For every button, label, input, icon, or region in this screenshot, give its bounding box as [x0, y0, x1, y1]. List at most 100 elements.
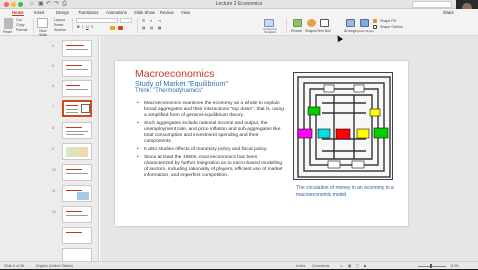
smartart-icon[interactable]: [264, 19, 274, 27]
diagram-flows: [333, 95, 355, 159]
paste-icon[interactable]: [4, 18, 13, 29]
font-color-icon[interactable]: [118, 26, 123, 30]
numbering-icon[interactable]: ≡: [150, 19, 152, 23]
slide-subtitle[interactable]: Study of Market "Equilibrium": [135, 80, 228, 88]
slide-number: 11: [52, 189, 56, 193]
slide-number: 4: [52, 44, 54, 48]
window-title: Lecture 2 Economics: [215, 1, 263, 7]
diagram-flows: [322, 102, 366, 152]
slide-think-line[interactable]: Think: "Thermodynamics": [135, 88, 203, 95]
slide-thumbnail[interactable]: [62, 227, 92, 244]
shape-outline-label: Shape Outline: [380, 25, 403, 29]
text-box-label: Text Box: [317, 29, 331, 33]
slide-thumbnail[interactable]: [62, 185, 92, 202]
section-button[interactable]: Section: [54, 28, 66, 32]
title-bar: ⌂ ▣ ↶ ↷ ⎙ Lecture 2 Economics: [0, 0, 478, 9]
tab-view[interactable]: View: [181, 9, 190, 16]
ribbon-tabs: Home Insert Design Transitions Animation…: [0, 9, 478, 16]
slide-thumbnail-selected[interactable]: [62, 100, 92, 117]
format-painter-button[interactable]: Format: [16, 28, 27, 32]
powerpoint-window: ⌂ ▣ ↶ ↷ ⎙ Lecture 2 Economics Home Inser…: [0, 0, 478, 269]
shape-fill-icon[interactable]: [373, 19, 377, 23]
diagram-caption: The circulation of money in an economy i…: [296, 185, 394, 198]
bold-icon[interactable]: B: [77, 25, 80, 29]
tab-home[interactable]: Home: [12, 9, 24, 16]
new-slide-icon[interactable]: [37, 18, 48, 28]
picture-label: Picture: [291, 29, 303, 33]
tab-insert[interactable]: Insert: [34, 9, 44, 16]
diagram-loop: [309, 88, 379, 166]
bullet-item: Since at least the 1960s, macroeconomics…: [137, 155, 285, 179]
thumbnail-image: [77, 192, 89, 200]
align-left-icon[interactable]: ▤: [142, 26, 145, 30]
diagram-loop: [315, 94, 373, 160]
diagram-node-white: [353, 84, 365, 93]
picture-icon[interactable]: [293, 19, 302, 27]
slide-editor: Macroeconomics Study of Market "Equilibr…: [100, 36, 478, 261]
text-box-icon[interactable]: [320, 19, 329, 27]
slide-number: 8: [52, 126, 54, 130]
diagram-outer-loop: [297, 76, 391, 178]
slide-thumbnail[interactable]: [62, 122, 92, 139]
tab-slide-show[interactable]: Slide Show: [134, 9, 155, 16]
indent-icon[interactable]: ⇥: [158, 19, 161, 23]
underline-icon[interactable]: U: [86, 25, 89, 29]
align-right-icon[interactable]: ▦: [158, 26, 161, 30]
search-input[interactable]: [412, 1, 452, 8]
ribbon-toolbar: Paste Cut Copy Format New Slide Layout R…: [0, 16, 478, 37]
quick-styles-label: Quick Styles: [357, 29, 374, 33]
diagram-node-green: [307, 106, 321, 116]
copy-button[interactable]: Copy: [16, 23, 24, 27]
bullet-list[interactable]: Macroeconomics examines the economy as a…: [137, 101, 285, 181]
tab-review[interactable]: Review: [160, 9, 174, 16]
slide-thumbnail[interactable]: [62, 164, 92, 181]
ribbon-divider: [137, 18, 138, 33]
slide-thumbnail[interactable]: [62, 40, 92, 57]
shape-fill-label: Shape Fill: [380, 19, 396, 23]
share-button[interactable]: Share: [443, 9, 454, 16]
convert-smartart-label: Convert to SmartArt: [263, 27, 277, 35]
tab-transitions[interactable]: Transitions: [78, 9, 98, 16]
tab-animations[interactable]: Animations: [106, 9, 127, 16]
layout-button[interactable]: Layout: [54, 18, 65, 22]
slide-canvas[interactable]: Macroeconomics Study of Market "Equilibr…: [115, 61, 408, 226]
bullets-icon[interactable]: ☰: [142, 19, 145, 23]
slides-panel: 4 5 6 7 8 9 10 11 12: [0, 36, 99, 261]
quick-styles-icon[interactable]: [360, 19, 369, 27]
diagram-node-magenta: [297, 128, 313, 139]
reset-button[interactable]: Reset: [54, 23, 63, 27]
cut-button[interactable]: Cut: [16, 18, 22, 22]
zoom-slider-handle[interactable]: [430, 264, 432, 268]
shape-outline-icon[interactable]: [373, 25, 377, 29]
highlight-color-icon[interactable]: [110, 26, 115, 30]
diagram-node-white: [351, 160, 365, 169]
strikethrough-icon[interactable]: S: [91, 25, 93, 29]
slide-thumbnail[interactable]: [62, 143, 92, 160]
tab-design[interactable]: Design: [56, 9, 69, 16]
diagram-node-white: [323, 84, 335, 93]
font-name-select[interactable]: [76, 18, 118, 23]
align-center-icon[interactable]: ▥: [150, 26, 153, 30]
slide-thumbnail[interactable]: [62, 80, 92, 97]
slide-number: 12: [52, 210, 56, 214]
circulation-diagram[interactable]: [293, 72, 393, 180]
slide-number: 6: [52, 84, 54, 88]
ribbon-divider: [286, 18, 287, 33]
shapes-icon[interactable]: [307, 19, 316, 27]
ribbon-divider: [72, 18, 73, 33]
slide-thumbnail[interactable]: [62, 60, 92, 77]
bullet-item: Macroeconomics examines the economy as a…: [137, 101, 285, 119]
diagram-node-white: [327, 160, 341, 169]
slide-thumbnail[interactable]: [62, 248, 92, 261]
slide-number: 10: [52, 168, 56, 172]
ribbon-divider: [33, 18, 34, 33]
slide-thumbnail[interactable]: [62, 206, 92, 223]
font-size-select[interactable]: [120, 18, 132, 23]
zoom-slider[interactable]: [418, 265, 446, 267]
italic-icon[interactable]: I: [82, 25, 83, 29]
paste-label: Paste: [3, 30, 13, 34]
arrange-icon[interactable]: [346, 19, 355, 27]
slide-number: 5: [52, 64, 54, 68]
slide-number: 7: [52, 105, 54, 109]
diagram-node-yellow: [356, 128, 370, 139]
